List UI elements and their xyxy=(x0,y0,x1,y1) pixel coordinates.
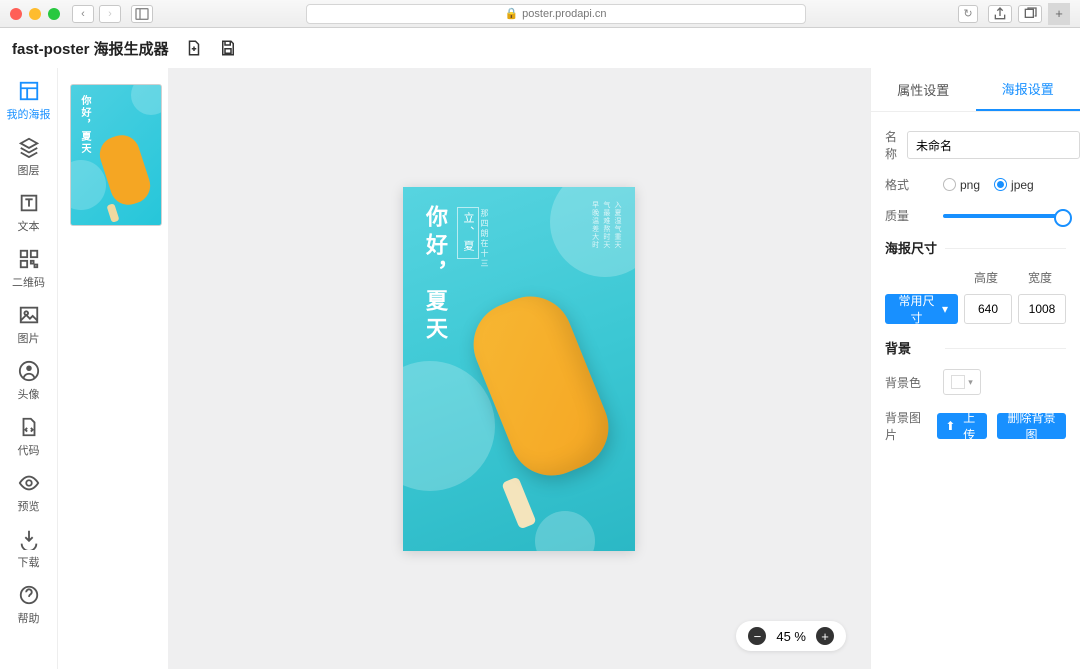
code-icon xyxy=(18,416,40,438)
quality-slider[interactable] xyxy=(943,214,1066,218)
sidebar-item-help[interactable]: 帮助 xyxy=(18,584,40,626)
url-bar[interactable]: 🔒 poster.prodapi.cn xyxy=(306,4,806,24)
radio-jpeg[interactable]: jpeg xyxy=(994,178,1034,192)
zoom-control: − 45 % + xyxy=(736,621,846,651)
app-title: fast-poster 海报生成器 xyxy=(12,38,169,59)
name-label: 名称 xyxy=(885,128,897,162)
download-icon xyxy=(18,528,40,550)
zoom-in-button[interactable]: + xyxy=(816,627,834,645)
sidebar-item-qrcode[interactable]: 二维码 xyxy=(12,248,45,290)
forward-button[interactable]: › xyxy=(99,5,121,23)
sidebar-label: 头像 xyxy=(18,386,40,402)
bg-color-label: 背景色 xyxy=(885,374,933,391)
width-input[interactable] xyxy=(1018,294,1066,324)
tabs-icon[interactable] xyxy=(1018,5,1042,23)
right-panel: 属性设置 海报设置 名称 格式 png jpeg 质量 海报尺寸 高度 宽度 常… xyxy=(870,68,1080,669)
delete-bg-button[interactable]: 删除背景图 xyxy=(997,413,1066,439)
sidebar-item-code[interactable]: 代码 xyxy=(18,416,40,458)
sidebar-label: 代码 xyxy=(18,442,40,458)
poster-small-text: 那四朗在十三 xyxy=(479,209,490,269)
sidebar-label: 下载 xyxy=(18,554,40,570)
sidebar-label: 图层 xyxy=(18,162,40,178)
radio-png[interactable]: png xyxy=(943,178,980,192)
zoom-out-button[interactable]: − xyxy=(748,627,766,645)
reload-icon[interactable]: ↻ xyxy=(958,5,978,23)
qrcode-icon xyxy=(18,248,40,270)
zoom-value: 45 % xyxy=(776,629,806,644)
thumbnail-panel: 你好，夏天 xyxy=(58,68,168,669)
sidebar-item-preview[interactable]: 预览 xyxy=(18,472,40,514)
share-icon[interactable] xyxy=(988,5,1012,23)
sidebar-label: 文本 xyxy=(18,218,40,234)
eye-icon xyxy=(18,472,40,494)
poster-thumbnail[interactable]: 你好，夏天 xyxy=(70,84,162,226)
tab-attribute-settings[interactable]: 属性设置 xyxy=(871,68,976,111)
template-icon xyxy=(18,80,40,102)
minimize-window-icon[interactable] xyxy=(29,8,41,20)
image-icon xyxy=(18,304,40,326)
poster-right-text: 入夏湿气重天气最难熬时天早晚温差大时 xyxy=(589,201,623,249)
url-text: poster.prodapi.cn xyxy=(522,8,606,20)
sidebar-label: 二维码 xyxy=(12,274,45,290)
height-header: 高度 xyxy=(974,269,998,286)
sidebar-item-layers[interactable]: 图层 xyxy=(18,136,40,178)
left-sidebar: 我的海报 图层 文本 二维码 图片 头像 代码 预览 下载 帮助 xyxy=(0,68,58,669)
help-icon xyxy=(18,584,40,606)
app-header: fast-poster 海报生成器 xyxy=(0,28,1080,68)
avatar-icon xyxy=(18,360,40,382)
name-input[interactable] xyxy=(907,131,1080,159)
sidebar-item-image[interactable]: 图片 xyxy=(18,304,40,346)
upload-icon: ⬆ xyxy=(945,419,955,433)
size-section-title: 海报尺寸 xyxy=(885,238,1066,257)
lock-icon: 🔒 xyxy=(504,7,518,20)
poster-tag: 立、夏 xyxy=(457,207,479,259)
sidebar-item-text[interactable]: 文本 xyxy=(18,192,40,234)
chevron-down-icon: ▾ xyxy=(968,377,973,388)
titlebar: ‹ › 🔒 poster.prodapi.cn ↻ + xyxy=(0,0,1080,28)
sidebar-label: 帮助 xyxy=(18,610,40,626)
back-button[interactable]: ‹ xyxy=(72,5,94,23)
maximize-window-icon[interactable] xyxy=(48,8,60,20)
width-header: 宽度 xyxy=(1028,269,1052,286)
common-size-button[interactable]: 常用尺寸▾ xyxy=(885,294,958,324)
save-icon[interactable] xyxy=(219,39,237,57)
upload-button[interactable]: ⬆上传 xyxy=(937,413,987,439)
new-doc-icon[interactable] xyxy=(185,39,203,57)
bg-image-label: 背景图片 xyxy=(885,409,927,443)
sidebar-item-download[interactable]: 下载 xyxy=(18,528,40,570)
poster-main-text: 你好，夏天 xyxy=(419,205,451,345)
sidebar-toggle-icon[interactable] xyxy=(131,5,153,23)
canvas-area[interactable]: 你好，夏天 立、夏 那四朗在十三 入夏湿气重天气最难熬时天早晚温差大时 − 45… xyxy=(168,68,870,669)
chevron-down-icon: ▾ xyxy=(942,302,948,316)
close-window-icon[interactable] xyxy=(10,8,22,20)
sidebar-label: 我的海报 xyxy=(7,106,51,122)
height-input[interactable] xyxy=(964,294,1012,324)
sidebar-label: 图片 xyxy=(18,330,40,346)
sidebar-item-my-posters[interactable]: 我的海报 xyxy=(7,80,51,122)
new-tab-button[interactable]: + xyxy=(1048,3,1070,25)
thumb-text: 你好，夏天 xyxy=(77,95,92,155)
tab-poster-settings[interactable]: 海报设置 xyxy=(976,68,1080,111)
sidebar-label: 预览 xyxy=(18,498,40,514)
text-icon xyxy=(18,192,40,214)
bg-color-picker[interactable]: ▾ xyxy=(943,369,981,395)
sidebar-item-avatar[interactable]: 头像 xyxy=(18,360,40,402)
format-label: 格式 xyxy=(885,176,933,193)
layers-icon xyxy=(18,136,40,158)
bg-section-title: 背景 xyxy=(885,338,1066,357)
poster-preview[interactable]: 你好，夏天 立、夏 那四朗在十三 入夏湿气重天气最难熬时天早晚温差大时 xyxy=(403,187,635,551)
quality-label: 质量 xyxy=(885,207,933,224)
